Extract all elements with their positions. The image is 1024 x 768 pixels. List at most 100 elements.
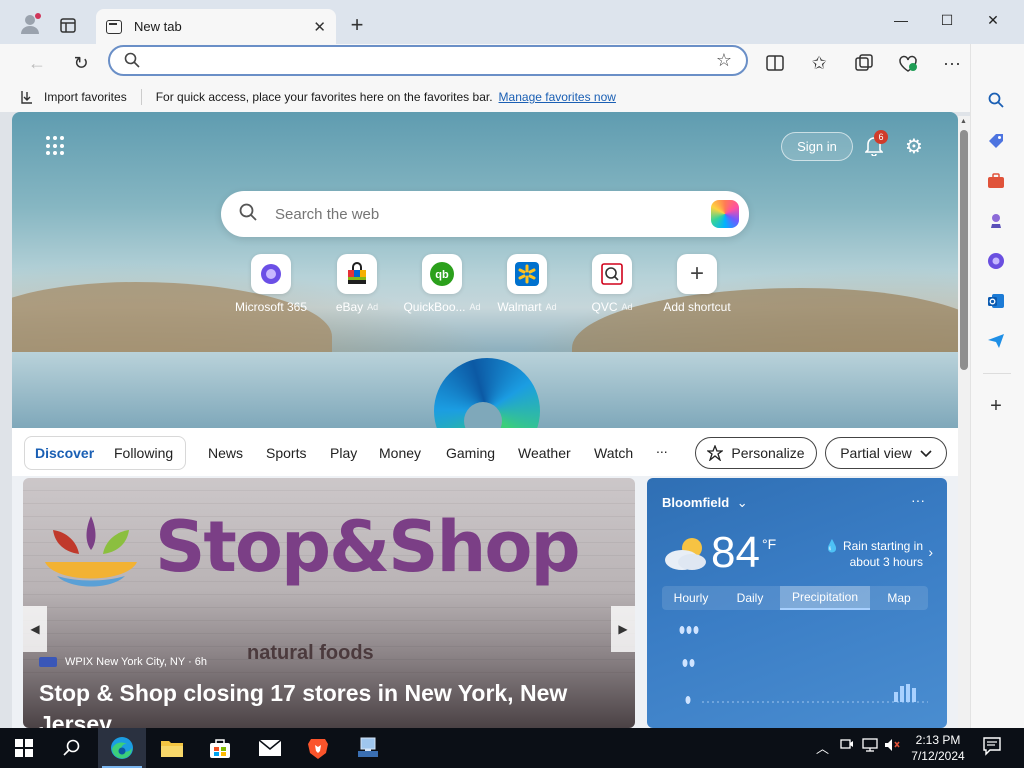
personalize-icon: [707, 445, 724, 461]
scroll-up-arrow-icon[interactable]: ▲: [960, 118, 967, 125]
split-screen-icon[interactable]: [762, 50, 788, 76]
news-headline[interactable]: Stop & Shop closing 17 stores in New Yor…: [39, 678, 619, 728]
weather-tab-daily[interactable]: Daily: [720, 586, 780, 610]
publisher-logo-icon: [39, 657, 57, 667]
scrollbar-thumb[interactable]: [960, 130, 968, 370]
refresh-button[interactable]: ↻: [68, 50, 94, 76]
drop-icon[interactable]: [984, 329, 1008, 353]
more-tabs-button[interactable]: ...: [656, 440, 668, 456]
close-tab-icon[interactable]: ✕: [313, 18, 326, 36]
news-card[interactable]: Stop&Shop natural foods ◀ ▶ WPIX New Yor…: [23, 478, 635, 728]
view-mode-label: Partial view: [840, 445, 912, 461]
tab-sports[interactable]: Sports: [266, 445, 306, 461]
games-icon[interactable]: [984, 209, 1008, 233]
edge-sidebar: +: [970, 44, 1024, 728]
tab-new-tab[interactable]: New tab ✕: [96, 9, 336, 44]
tab-money[interactable]: Money: [379, 445, 421, 461]
tab-play[interactable]: Play: [330, 445, 357, 461]
shortcut-ebay[interactable]: eBay Ad: [312, 254, 402, 314]
minimize-button[interactable]: —: [878, 0, 924, 40]
shopping-tag-icon[interactable]: [984, 129, 1008, 153]
shortcut-microsoft-365[interactable]: Microsoft 365: [226, 254, 316, 314]
favorites-icon[interactable]: ✩: [806, 50, 832, 76]
weather-tab-map[interactable]: Map: [870, 586, 928, 610]
view-mode-dropdown[interactable]: Partial view: [825, 437, 947, 469]
tab-watch[interactable]: Watch: [594, 445, 633, 461]
stop-and-shop-logo-icon: [45, 516, 137, 587]
taskbar-network-app[interactable]: [344, 728, 392, 768]
news-image-sign-subtext: natural foods: [247, 642, 374, 664]
back-button[interactable]: ←: [24, 50, 50, 76]
maximize-button[interactable]: ☐: [924, 0, 970, 40]
weather-location[interactable]: Bloomfield ⌄: [662, 495, 748, 511]
close-window-button[interactable]: ✕: [970, 0, 1016, 40]
taskbar-edge[interactable]: [98, 728, 146, 768]
import-favorites-button[interactable]: Import favorites: [20, 90, 127, 104]
tray-network-icon[interactable]: [862, 738, 878, 755]
taskbar-search-button[interactable]: [48, 728, 96, 768]
weather-unit[interactable]: °F: [762, 536, 776, 552]
taskbar-file-explorer[interactable]: [148, 728, 196, 768]
weather-tab-precipitation[interactable]: Precipitation: [780, 586, 870, 610]
new-tab-button[interactable]: +: [344, 12, 370, 38]
taskbar-brave[interactable]: [294, 728, 342, 768]
outlook-icon[interactable]: [984, 289, 1008, 313]
tray-volume-icon[interactable]: [884, 738, 900, 755]
tab-actions-icon[interactable]: [56, 14, 80, 36]
weather-summary[interactable]: 💧 Rain starting in about 3 hours: [823, 538, 923, 570]
tab-following[interactable]: Following: [114, 445, 173, 461]
page-scrollbar[interactable]: ▲: [958, 116, 970, 728]
taskbar-mail[interactable]: [246, 728, 294, 768]
tab-gaming[interactable]: Gaming: [446, 445, 495, 461]
tray-overflow-chevron-icon[interactable]: ︿: [816, 738, 829, 757]
tab-news[interactable]: News: [208, 445, 243, 461]
news-source: WPIX New York City, NY · 6h: [39, 656, 207, 668]
tools-icon[interactable]: [984, 169, 1008, 193]
more-options-icon[interactable]: ···: [939, 50, 965, 76]
address-bar[interactable]: ☆: [108, 45, 748, 76]
import-favorites-label: Import favorites: [44, 90, 127, 104]
collections-icon[interactable]: [851, 50, 877, 76]
add-favorite-icon[interactable]: ☆: [716, 50, 732, 71]
personalize-button[interactable]: Personalize: [695, 437, 817, 469]
tab-weather[interactable]: Weather: [518, 445, 571, 461]
tab-title: New tab: [134, 19, 182, 34]
profile-icon[interactable]: [16, 10, 44, 38]
shortcut-label: eBay: [335, 300, 364, 314]
weather-card[interactable]: Bloomfield ⌄ ··· 84 °F 💧 Rain starting i…: [647, 478, 947, 728]
weather-tab-hourly[interactable]: Hourly: [662, 586, 720, 610]
walmart-spark-icon: [507, 254, 547, 294]
shortcut-add[interactable]: + Add shortcut: [652, 254, 742, 314]
copilot-search-icon[interactable]: [711, 200, 739, 228]
notification-center-icon[interactable]: [982, 736, 1002, 759]
taskbar-microsoft-store[interactable]: [196, 728, 244, 768]
weather-summary-label: Rain starting in about 3 hours: [842, 539, 923, 569]
microsoft-365-icon[interactable]: [984, 249, 1008, 273]
news-source-label: WPIX New York City, NY · 6h: [65, 656, 208, 668]
sign-in-button[interactable]: Sign in: [781, 132, 853, 161]
shortcut-quickbooks[interactable]: qb QuickBoo... Ad: [397, 254, 487, 314]
more-options-icon[interactable]: ···: [911, 492, 925, 508]
chevron-right-icon[interactable]: ›: [928, 544, 933, 560]
web-search-box[interactable]: [221, 191, 749, 237]
add-sidebar-app-icon[interactable]: +: [984, 394, 1008, 418]
manage-favorites-link[interactable]: Manage favorites now: [499, 90, 616, 104]
app-launcher-icon[interactable]: [46, 136, 66, 156]
taskbar-clock[interactable]: 2:13 PM 7/12/2024: [902, 732, 974, 764]
page-settings-gear-icon[interactable]: ⚙: [902, 134, 926, 158]
browser-essentials-icon[interactable]: [895, 50, 921, 76]
clock-time: 2:13 PM: [915, 733, 961, 747]
tray-camera-icon[interactable]: [840, 738, 854, 753]
shortcut-qvc[interactable]: QVC Ad: [567, 254, 657, 314]
start-button[interactable]: [0, 728, 48, 768]
web-search-input[interactable]: [275, 204, 695, 224]
tab-discover[interactable]: Discover: [35, 445, 94, 461]
divider: [140, 89, 142, 105]
sidebar-search-icon[interactable]: [984, 88, 1008, 112]
hero-background: Sign in 6 ⚙ Microsoft 365 eBayAd: [12, 112, 958, 464]
import-icon: [21, 91, 32, 104]
next-story-button[interactable]: ▶: [611, 606, 635, 652]
address-input[interactable]: [150, 51, 710, 71]
previous-story-button[interactable]: ◀: [23, 606, 47, 652]
shortcut-walmart[interactable]: Walmart Ad: [482, 254, 572, 314]
